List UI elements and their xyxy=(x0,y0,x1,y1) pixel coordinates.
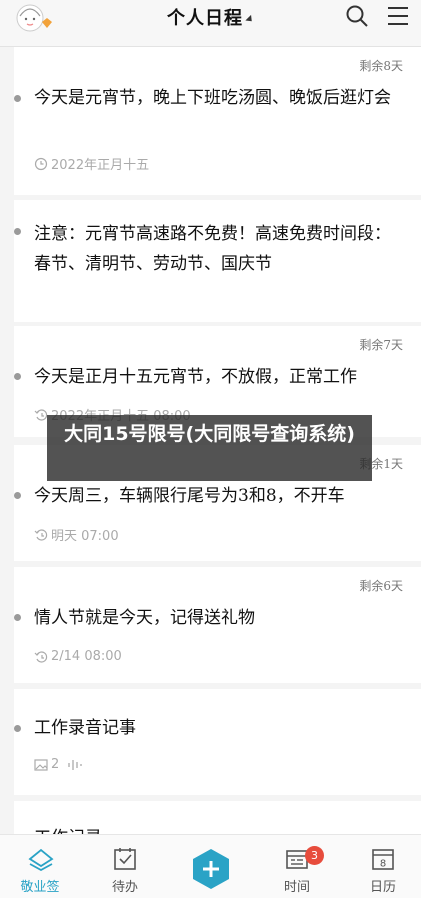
add-button[interactable] xyxy=(190,848,232,890)
bullet-dot xyxy=(14,614,21,621)
list-item[interactable]: 剩余6天 情人节就是今天，记得送礼物 2/14 08:00 xyxy=(14,567,421,683)
menu-icon[interactable] xyxy=(386,4,410,28)
repeat-clock-icon xyxy=(34,650,48,663)
search-icon[interactable] xyxy=(345,4,369,28)
bullet-dot xyxy=(14,373,21,380)
top-bar: 个人日程 xyxy=(0,0,421,47)
entry-text: 情人节就是今天，记得送礼物 xyxy=(34,608,255,628)
svg-text:8: 8 xyxy=(380,859,386,870)
list-item[interactable]: 工作录音记事 2 xyxy=(14,689,421,795)
entry-text: 工作录音记事 xyxy=(34,718,136,738)
entry-date: 明天 07:00 xyxy=(51,529,119,544)
entry-text: 注意：元宵节高速路不免费！高速免费时间段：春节、清明节、劳动节、国庆节 xyxy=(34,224,391,274)
image-icon xyxy=(34,758,48,771)
tab-label: 日历 xyxy=(369,880,396,895)
attachment-count: 2 xyxy=(51,757,60,772)
remaining-days: 剩余7天 xyxy=(359,338,403,352)
entry-text: 今天周三，车辆限行尾号为3和8，不开车 xyxy=(34,486,345,506)
entry-meta: 2 xyxy=(34,757,84,772)
tab-label: 敬业签 xyxy=(20,880,60,895)
bullet-dot xyxy=(14,492,21,499)
tab-label: 时间 xyxy=(283,880,310,895)
tab-jingyeqian[interactable]: 敬业签 xyxy=(5,835,75,898)
list-item[interactable]: 工作记录 xyxy=(14,801,421,834)
entry-text: 今天是元宵节，晚上下班吃汤圆、晚饭后逛灯会 xyxy=(34,88,391,108)
repeat-clock-icon xyxy=(34,408,48,421)
entry-date: 2/14 08:00 xyxy=(51,649,122,664)
bullet-dot xyxy=(14,725,21,732)
tab-calendar[interactable]: 8 日历 xyxy=(348,835,418,898)
repeat-clock-icon xyxy=(34,528,48,541)
remaining-days: 剩余8天 xyxy=(359,59,403,73)
entry-date: 2022年正月十五 xyxy=(51,158,150,173)
calendar-icon: 8 xyxy=(372,849,394,870)
entry-meta: 明天 07:00 xyxy=(34,525,119,544)
note-stack-icon xyxy=(28,848,54,871)
tab-time[interactable]: 时间 xyxy=(262,835,332,898)
page-title-text: 个人日程 xyxy=(167,8,243,29)
notification-badge: 3 xyxy=(305,846,324,865)
audio-wave-icon xyxy=(68,759,82,770)
bullet-dot xyxy=(14,228,21,235)
todo-check-icon xyxy=(114,848,136,870)
entry-text: 今天是正月十五元宵节，不放假，正常工作 xyxy=(34,367,357,387)
list-item[interactable]: 剩余8天 今天是元宵节，晚上下班吃汤圆、晚饭后逛灯会 2022年正月十五 xyxy=(14,47,421,195)
tab-todo[interactable]: 待办 xyxy=(90,835,160,898)
clock-icon xyxy=(34,157,48,170)
bullet-dot xyxy=(14,95,21,102)
entry-text: 工作记录 xyxy=(34,823,407,834)
list-item[interactable]: 注意：元宵节高速路不免费！高速免费时间段：春节、清明节、劳动节、国庆节 xyxy=(14,200,421,322)
remaining-days: 剩余6天 xyxy=(359,579,403,593)
entry-meta: 2/14 08:00 xyxy=(34,649,122,664)
tab-label: 待办 xyxy=(111,880,138,895)
title-dropdown-icon xyxy=(245,14,255,24)
overlay-banner: 大同15号限号(大同限号查询系统) xyxy=(47,415,372,481)
entry-meta: 2022年正月十五 xyxy=(34,154,149,173)
